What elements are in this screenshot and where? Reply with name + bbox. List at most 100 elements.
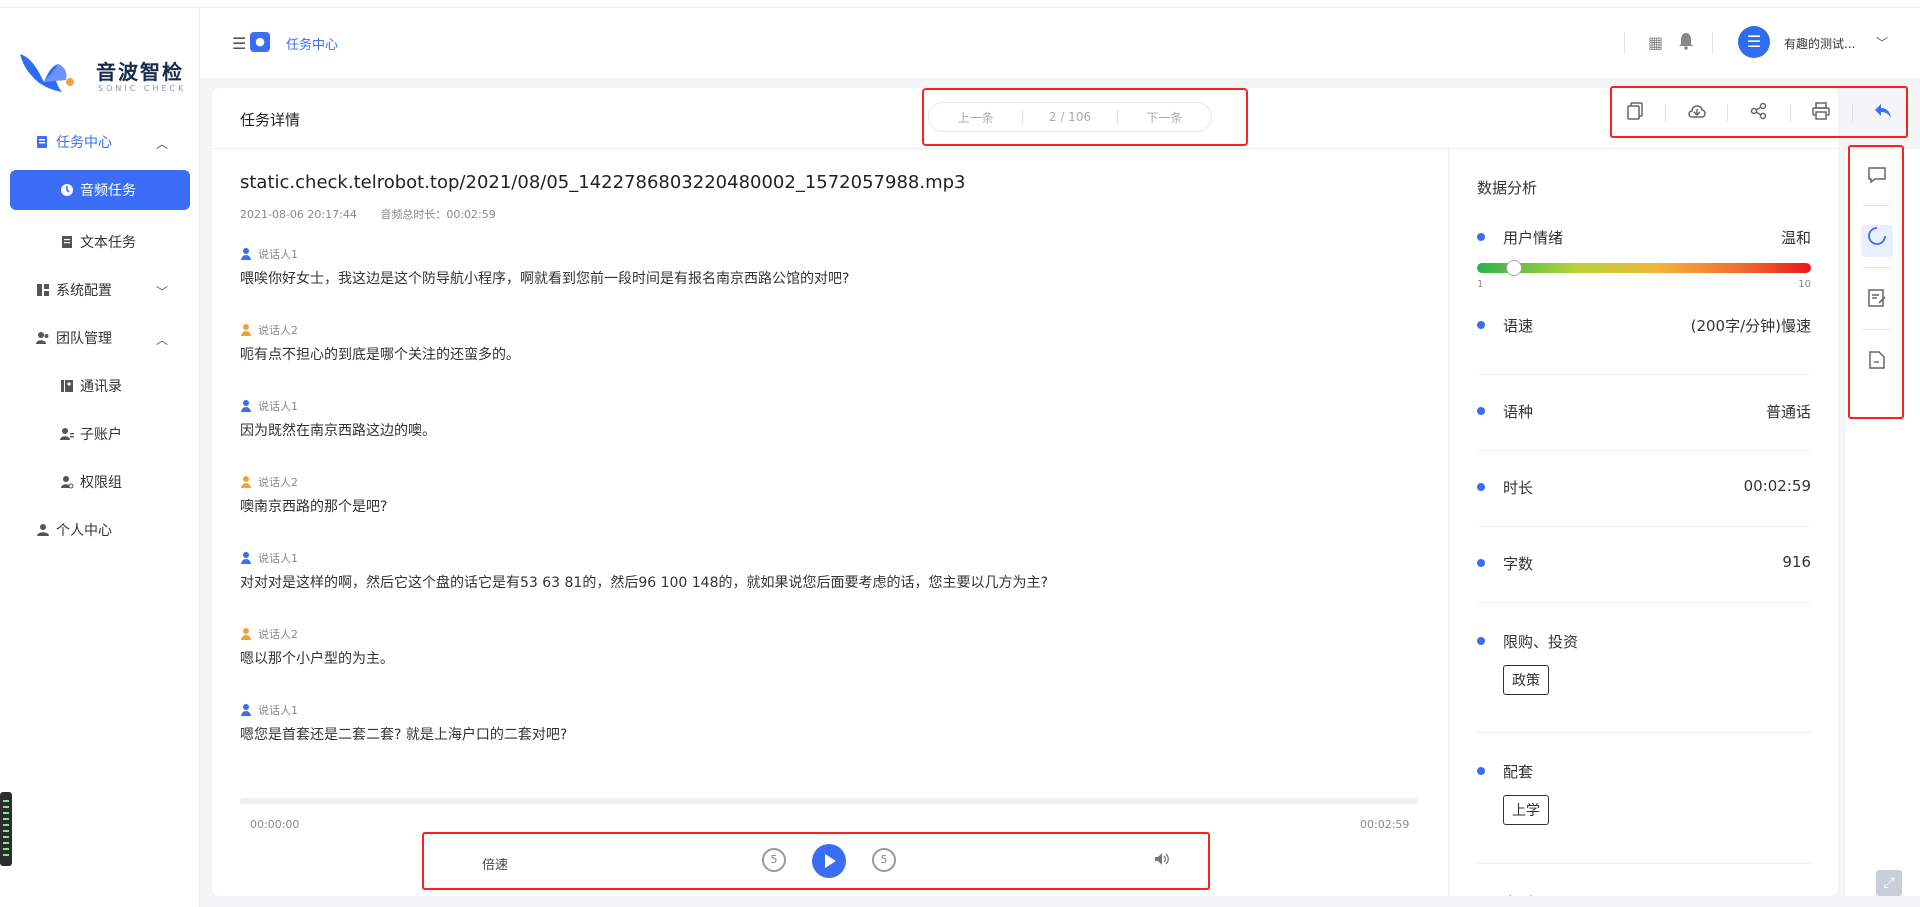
- gauge-min: 1: [1477, 279, 1484, 290]
- user-name[interactable]: 有趣的测试...: [1784, 35, 1855, 52]
- sidebar-item-text-task[interactable]: 文本任务: [0, 218, 200, 266]
- total-time: 00:02:59: [1360, 818, 1410, 831]
- audio-datetime: 2021-08-06 20:17:44: [240, 208, 357, 221]
- analysis-label: 用户情绪: [1476, 229, 1564, 247]
- sidebar-item-contacts[interactable]: 通讯录: [0, 362, 200, 410]
- back-icon[interactable]: [1868, 103, 1898, 124]
- next-record-button[interactable]: 下一条: [1118, 109, 1211, 126]
- sidebar-item-subaccount[interactable]: 子账户: [0, 410, 200, 458]
- sidebar-item-label: 团队管理: [56, 331, 112, 347]
- utterance-text: 因为既然在南京西路这边的噢。: [240, 423, 436, 439]
- analysis-row-speech-rate: 语速 (200字/分钟)慢速: [1476, 301, 1811, 375]
- download-icon[interactable]: [1682, 102, 1712, 125]
- play-button[interactable]: [812, 844, 846, 878]
- print-icon[interactable]: [1806, 101, 1836, 125]
- sidebar-item-task-center[interactable]: 任务中心 ︿: [0, 118, 200, 166]
- forward-5-icon[interactable]: 5: [872, 848, 896, 872]
- audio-file-name: static.check.telrobot.top/2021/08/05_142…: [240, 172, 966, 193]
- analysis-label: 语速: [1476, 317, 1534, 335]
- utterance-text: 嗯您是首套还是二套二套? 就是上海户口的二套对吧?: [240, 727, 568, 743]
- speaker-icon: [240, 324, 252, 336]
- volume-icon[interactable]: [1154, 852, 1170, 870]
- sidebar-item-personal-center[interactable]: 个人中心: [0, 506, 200, 554]
- analysis-row-duration: 时长 00:02:59: [1476, 451, 1811, 527]
- location-pin-icon: ●: [250, 32, 270, 52]
- document-icon[interactable]: [1861, 349, 1893, 381]
- speaker-label: 说话人2: [258, 324, 298, 337]
- sidebar-nav: 任务中心 ︿ 音频任务 文本任务 系统配置 ﹀ 团队管理 ︿ 通讯录 子账户 权…: [0, 118, 200, 554]
- speaker-icon: [240, 476, 252, 488]
- fullscreen-icon[interactable]: ⤢: [1876, 870, 1902, 896]
- sidebar-item-audio-task[interactable]: 音频任务: [10, 170, 190, 210]
- detail-actions: [1612, 88, 1906, 138]
- avatar[interactable]: ☰: [1738, 26, 1770, 58]
- utterance-text: 噢南京西路的那个是吧?: [240, 499, 388, 515]
- analysis-label: 配套: [1476, 763, 1534, 781]
- analysis-label: 时长: [1476, 479, 1534, 497]
- apps-grid-icon[interactable]: ▦: [1648, 33, 1663, 52]
- divider: [1727, 104, 1729, 122]
- copy-icon[interactable]: [1620, 101, 1650, 125]
- sidebar-item-label: 任务中心: [56, 135, 112, 151]
- audio-progress-bar[interactable]: [240, 798, 1418, 804]
- list-item: 说话人2 噢南京西路的那个是吧?: [240, 474, 1400, 550]
- loading-ring-icon[interactable]: [1861, 225, 1893, 257]
- divider: [1851, 104, 1853, 122]
- utterance-text: 嗯以那个小户型的为主。: [240, 651, 394, 667]
- record-position: 2 / 106: [1048, 110, 1092, 124]
- sidebar-item-label: 权限组: [80, 475, 122, 491]
- bell-icon[interactable]: [1678, 32, 1694, 54]
- share-icon[interactable]: [1744, 102, 1774, 125]
- divider: [1863, 267, 1891, 268]
- page-title: 任务详情: [240, 111, 301, 129]
- gauge-knob: [1507, 261, 1522, 275]
- analysis-value: 普通话: [1765, 403, 1811, 421]
- sidebar-item-permission[interactable]: 权限组: [0, 458, 200, 506]
- speaker-icon: [240, 248, 252, 260]
- transcript-list[interactable]: 说话人1 喂唉你好女士，我这边是这个防导航小程序，啊就看到您前一段时间是有报名南…: [240, 246, 1400, 786]
- analysis-row-layout: 户型: [1477, 864, 1811, 896]
- sidebar-item-team[interactable]: 团队管理 ︿: [0, 314, 200, 362]
- utterance-text: 喂唉你好女士，我这边是这个防导航小程序，啊就看到您前一段时间是有报名南京西路公馆…: [240, 271, 850, 287]
- rewind-5-icon[interactable]: 5: [762, 848, 786, 872]
- sidebar-item-label: 系统配置: [56, 283, 112, 299]
- speaker-icon: [240, 704, 252, 716]
- brand-tagline: SONIC CHECK: [98, 84, 187, 93]
- menu-collapse-icon[interactable]: ☰: [232, 34, 246, 53]
- speaker-label: 说话人2: [258, 476, 298, 489]
- record-pager: 上一条 2 / 106 下一条: [928, 102, 1212, 132]
- sidebar-item-label: 文本任务: [80, 235, 136, 251]
- drag-handle[interactable]: [0, 792, 12, 866]
- divider: [1665, 104, 1667, 122]
- top-header: ☰ ● 任务中心 ▦ ☰ 有趣的测试... ﹀: [200, 8, 1920, 78]
- speaker-label: 说话人1: [258, 704, 298, 717]
- analysis-label: 语种: [1476, 403, 1534, 421]
- audio-duration: 音频总时长：00:02:59: [380, 208, 496, 221]
- analysis-value: (200字/分钟)慢速: [1690, 317, 1811, 335]
- analysis-rows: 用户情绪 温和 1 10 语速 (200字/分钟)慢速 语种 普通话 时长 00…: [1476, 213, 1811, 896]
- analysis-value: 温和: [1780, 229, 1811, 247]
- list-item: 说话人2 嗯以那个小户型的为主。: [240, 626, 1400, 702]
- divider: [1624, 32, 1625, 54]
- analysis-row-policy: 限购、投资 政策: [1476, 603, 1811, 733]
- utterance-text: 呃有点不担心的到底是哪个关注的还蛮多的。: [240, 347, 520, 363]
- logo-bat-icon: [20, 54, 74, 92]
- analysis-row-facilities: 配套 上学: [1476, 733, 1811, 864]
- breadcrumb[interactable]: 任务中心: [286, 34, 338, 53]
- speaker-icon: [240, 552, 252, 564]
- list-item: 说话人1 嗯您是首套还是二套二套? 就是上海户口的二套对吧?: [240, 702, 1400, 778]
- logo: 音波智检 SONIC CHECK: [18, 42, 188, 98]
- panel-title: 数据分析: [1477, 179, 1538, 197]
- divider: [1789, 104, 1791, 122]
- comments-icon[interactable]: [1861, 163, 1893, 195]
- prev-record-button[interactable]: 上一条: [929, 109, 1022, 126]
- side-tool-strip: [1844, 149, 1920, 896]
- sidebar-item-system-config[interactable]: 系统配置 ﹀: [0, 266, 200, 314]
- chevron-down-icon: ﹀: [155, 285, 168, 299]
- playback-speed-button[interactable]: 倍速: [482, 854, 508, 873]
- utterance-text: 对对对是这样的啊，然后它这个盘的话它是有53 63 81的，然后96 100 1…: [240, 575, 1048, 591]
- edit-note-icon[interactable]: [1861, 287, 1893, 319]
- chevron-down-icon[interactable]: ﹀: [1876, 34, 1888, 51]
- team-icon: [36, 331, 50, 345]
- speaker-label: 说话人1: [258, 400, 298, 413]
